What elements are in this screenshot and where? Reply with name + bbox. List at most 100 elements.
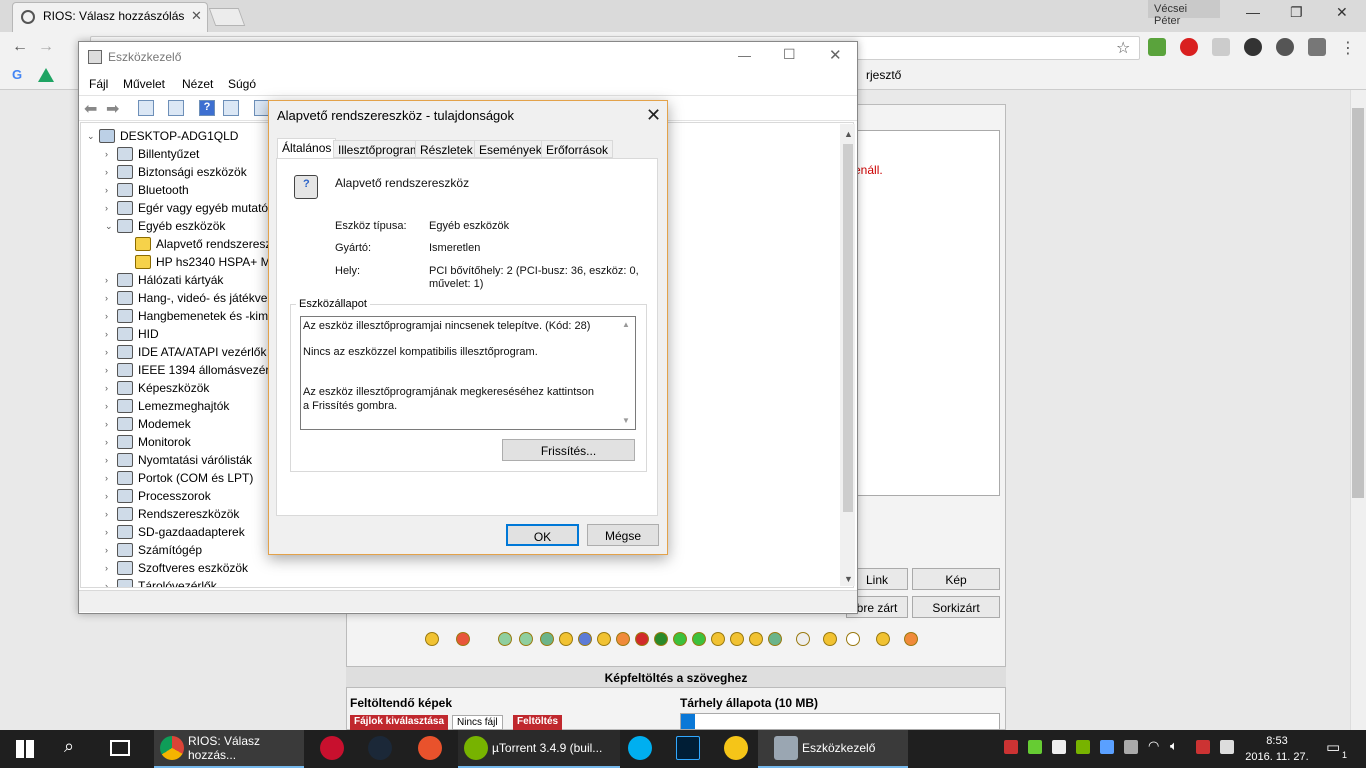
- clock[interactable]: 8:53 2016. 11. 27.: [1244, 733, 1310, 765]
- expand-icon[interactable]: ›: [105, 149, 117, 159]
- smiley-icon[interactable]: [498, 632, 512, 646]
- tree-item[interactable]: › Egér vagy egyéb mutató: [87, 199, 272, 217]
- scroll-down-icon[interactable]: ▼: [844, 574, 853, 584]
- tree-item[interactable]: › Billentyűzet: [87, 145, 272, 163]
- menu-icon[interactable]: ⋮: [1340, 38, 1356, 58]
- tab-close-icon[interactable]: ✕: [191, 8, 202, 24]
- close-icon[interactable]: ✕: [1336, 4, 1348, 21]
- maximize-icon[interactable]: ❐: [1290, 4, 1303, 21]
- expand-icon[interactable]: ›: [105, 293, 117, 303]
- tray-icon[interactable]: [1196, 740, 1210, 754]
- close-icon[interactable]: ✕: [829, 46, 842, 64]
- adblock-icon[interactable]: [1180, 38, 1198, 56]
- tree-item[interactable]: › Számítógép: [87, 541, 272, 559]
- tray-icon[interactable]: [1028, 740, 1042, 754]
- justify-full-button[interactable]: Sorkizárt: [912, 596, 1000, 618]
- photoshop-icon[interactable]: [676, 736, 700, 760]
- sync-icon[interactable]: [724, 736, 748, 760]
- taskbar-app-chrome[interactable]: RIOS: Válasz hozzás...: [154, 730, 304, 768]
- smiley-icon[interactable]: [616, 632, 630, 646]
- minimize-icon[interactable]: —: [1246, 4, 1260, 20]
- expand-icon[interactable]: ›: [105, 491, 117, 501]
- smiley-icon[interactable]: [519, 632, 533, 646]
- extension-icon[interactable]: [1148, 38, 1166, 56]
- expand-icon[interactable]: ›: [105, 275, 117, 285]
- smiley-icon[interactable]: [768, 632, 782, 646]
- wifi-icon[interactable]: ◠: [1148, 738, 1159, 754]
- smiley-icon[interactable]: [711, 632, 725, 646]
- refresh-button[interactable]: Frissítés...: [502, 439, 635, 461]
- tray-icon[interactable]: [1004, 740, 1018, 754]
- expand-icon[interactable]: ›: [105, 545, 117, 555]
- page-scrollbar-thumb[interactable]: [1352, 108, 1364, 498]
- profile-name[interactable]: Vécsei Péter: [1148, 0, 1220, 27]
- tree-item[interactable]: › Processzorok: [87, 487, 272, 505]
- expand-icon[interactable]: ›: [105, 401, 117, 411]
- tab-details[interactable]: Részletek: [415, 140, 478, 158]
- forward-icon[interactable]: →: [38, 38, 54, 56]
- grid-icon[interactable]: [223, 100, 239, 116]
- cancel-button[interactable]: Mégse: [587, 524, 659, 546]
- menu-help[interactable]: Súgó: [228, 77, 256, 91]
- expand-icon[interactable]: ›: [105, 527, 117, 537]
- keyboard-icon[interactable]: [1220, 740, 1234, 754]
- bookmark-star-icon[interactable]: ☆: [1116, 38, 1130, 58]
- tree-item[interactable]: › IEEE 1394 állomásvezérl: [87, 361, 272, 379]
- expand-icon[interactable]: ›: [105, 383, 117, 393]
- notification-icon[interactable]: ▭: [1326, 738, 1340, 756]
- search-icon[interactable]: ⌕: [64, 736, 74, 757]
- tree-item[interactable]: › Nyomtatási várólisták: [87, 451, 272, 469]
- tree-item[interactable]: › Hangbemenetek és -kim: [87, 307, 272, 325]
- choose-files-button[interactable]: Fájlok kiválasztása: [350, 715, 449, 730]
- expand-icon[interactable]: ›: [105, 203, 117, 213]
- scroll-down-icon[interactable]: ▼: [622, 416, 630, 425]
- browser-tab[interactable]: RIOS: Válasz hozzászólás ✕: [12, 2, 208, 32]
- bluetooth-icon[interactable]: [1100, 740, 1114, 754]
- tab-general[interactable]: Általános: [277, 138, 337, 159]
- google-icon[interactable]: G: [12, 67, 22, 82]
- tray-icon[interactable]: [1052, 740, 1066, 754]
- smiley-icon[interactable]: [730, 632, 744, 646]
- tree-item[interactable]: › Rendszereszközök: [87, 505, 272, 523]
- taskbar-app-device-manager[interactable]: Eszközkezelő: [758, 730, 908, 768]
- expand-icon[interactable]: ›: [105, 419, 117, 429]
- back-arrow-icon[interactable]: ⬅: [84, 99, 97, 119]
- smiley-icon[interactable]: [876, 632, 890, 646]
- close-icon[interactable]: ✕: [646, 105, 661, 126]
- upload-button[interactable]: Feltöltés: [513, 715, 563, 730]
- tree-item[interactable]: › Képeszközök: [87, 379, 272, 397]
- smiley-icon[interactable]: [904, 632, 918, 646]
- expand-icon[interactable]: ›: [105, 455, 117, 465]
- smiley-icon[interactable]: [673, 632, 687, 646]
- forward-arrow-icon[interactable]: ➡: [106, 99, 119, 119]
- smiley-icon[interactable]: [692, 632, 706, 646]
- steam-icon[interactable]: [368, 736, 392, 760]
- extension-icon[interactable]: [1212, 38, 1230, 56]
- smiley-icon[interactable]: [846, 632, 860, 646]
- smiley-icon[interactable]: [597, 632, 611, 646]
- menu-file[interactable]: Fájl: [89, 77, 108, 91]
- volume-icon[interactable]: 🔈︎: [1170, 738, 1178, 754]
- tray-icon[interactable]: [1076, 740, 1090, 754]
- smiley-icon[interactable]: [796, 632, 810, 646]
- tree-item[interactable]: › Hálózati kártyák: [87, 271, 272, 289]
- tray-icon[interactable]: [1124, 740, 1138, 754]
- expand-icon[interactable]: ›: [105, 563, 117, 573]
- expand-icon[interactable]: ›: [105, 365, 117, 375]
- smiley-icon[interactable]: [456, 632, 470, 646]
- help-icon[interactable]: ?: [199, 100, 215, 116]
- expand-icon[interactable]: ›: [105, 581, 117, 587]
- tree-item[interactable]: › HID: [87, 325, 272, 343]
- view-icon[interactable]: [168, 100, 184, 116]
- minimize-icon[interactable]: —: [738, 48, 751, 63]
- taskbar-app-utorrent[interactable]: µTorrent 3.4.9 (buil...: [458, 730, 620, 768]
- collapse-icon[interactable]: ⌄: [105, 221, 117, 232]
- bookmark-item[interactable]: rjesztő: [866, 68, 901, 82]
- tree-scrollbar-thumb[interactable]: [843, 144, 853, 512]
- smiley-icon[interactable]: [540, 632, 554, 646]
- extension-icon[interactable]: [1308, 38, 1326, 56]
- tree-item[interactable]: ⌄ Egyéb eszközök: [87, 217, 272, 235]
- scroll-up-icon[interactable]: ▲: [844, 129, 853, 139]
- smiley-icon[interactable]: [559, 632, 573, 646]
- ok-button[interactable]: OK: [506, 524, 579, 546]
